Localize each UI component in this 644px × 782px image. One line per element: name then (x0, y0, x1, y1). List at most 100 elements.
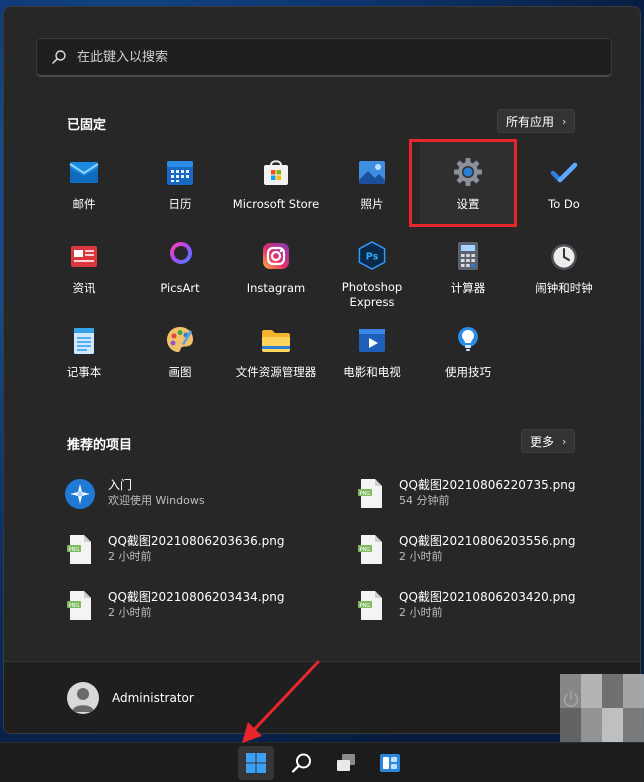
app-tile-movies-tv[interactable]: 电影和电视 (324, 310, 420, 394)
list-item-subtitle: 54 分钟前 (399, 494, 450, 507)
app-tile-photoshop-express[interactable]: Ps Photoshop Express (324, 226, 420, 310)
app-label: Instagram (246, 281, 306, 295)
app-label: To Do (548, 197, 580, 211)
start-menu-footer: Administrator (4, 661, 640, 733)
pixelated-region (560, 674, 644, 742)
widgets-icon (380, 754, 400, 772)
app-tile-picsart[interactable]: PicsArt (132, 226, 228, 310)
list-item-subtitle: 2 小时前 (108, 606, 152, 619)
app-tile-file-explorer[interactable]: 文件资源管理器 (228, 310, 324, 394)
list-item-subtitle: 2 小时前 (399, 606, 443, 619)
app-label: 使用技巧 (445, 365, 491, 379)
photos-icon (359, 161, 385, 184)
search-box[interactable] (36, 38, 612, 77)
user-icon (72, 688, 94, 712)
app-label: 资讯 (72, 281, 96, 295)
instagram-icon (263, 243, 289, 269)
app-tile-notepad[interactable]: 记事本 (36, 310, 132, 394)
mail-icon (69, 162, 99, 183)
app-tile-instagram[interactable]: Instagram (228, 226, 324, 310)
task-view-button[interactable] (328, 746, 364, 780)
all-apps-button[interactable]: 所有应用 › (497, 109, 576, 133)
app-tile-paint[interactable]: 画图 (132, 310, 228, 394)
app-tile-mail[interactable]: 邮件 (36, 142, 132, 226)
all-apps-label: 所有应用 (506, 114, 555, 129)
app-label: 闹钟和时钟 (535, 281, 593, 295)
search-icon (52, 50, 66, 64)
paint-icon (167, 327, 193, 352)
list-item-name: 入门 (108, 478, 133, 492)
app-label: 画图 (168, 365, 192, 379)
png-file-icon: PNG (67, 591, 91, 620)
chevron-right-icon: › (562, 114, 567, 128)
list-item-subtitle: 欢迎使用 Windows (108, 494, 205, 507)
png-file-icon: PNG (67, 535, 91, 564)
svg-text:PNG: PNG (360, 547, 371, 553)
list-item-file[interactable]: PNG QQ截图20210806220735.png 54 分钟前 (355, 477, 625, 511)
svg-text:PNG: PNG (360, 603, 371, 609)
pinned-title: 已固定 (67, 118, 107, 133)
app-tile-calculator[interactable]: 计算器 (420, 226, 516, 310)
png-file-icon: PNG (358, 479, 382, 508)
png-file-icon: PNG (358, 591, 382, 620)
movies-icon (359, 329, 385, 352)
photoshop-icon: Ps (358, 241, 386, 270)
svg-text:PNG: PNG (360, 491, 371, 497)
taskbar (0, 742, 644, 782)
app-tile-settings[interactable]: 设置 (420, 142, 516, 226)
app-label: 记事本 (66, 365, 102, 379)
calendar-icon (167, 161, 193, 185)
folder-icon (262, 330, 290, 352)
list-item-get-started[interactable]: 入门 欢迎使用 Windows (64, 477, 334, 511)
app-label: 照片 (360, 197, 384, 211)
app-tile-calendar[interactable]: 日历 (132, 142, 228, 226)
list-item-file[interactable]: PNG QQ截图20210806203556.png 2 小时前 (355, 533, 625, 567)
app-label: 邮件 (72, 197, 96, 211)
search-input[interactable] (77, 49, 577, 65)
app-tile-tips[interactable]: 使用技巧 (420, 310, 516, 394)
app-tile-alarms-clock[interactable]: 闹钟和时钟 (516, 226, 612, 310)
todo-icon (550, 162, 578, 183)
avatar[interactable] (67, 682, 99, 714)
taskbar-search-button[interactable] (284, 746, 320, 780)
svg-text:Ps: Ps (366, 251, 379, 262)
notepad-icon (74, 328, 94, 354)
more-button[interactable]: 更多 › (521, 429, 576, 453)
store-icon (264, 160, 288, 185)
app-label: Microsoft Store (232, 197, 320, 211)
app-tile-microsoft-store[interactable]: Microsoft Store (228, 142, 324, 226)
task-view-icon (337, 754, 355, 771)
svg-text:PNG: PNG (69, 547, 80, 553)
gear-icon (454, 158, 482, 186)
more-label: 更多 (530, 434, 555, 449)
list-item-file[interactable]: PNG QQ截图20210806203434.png 2 小时前 (64, 589, 334, 623)
user-name[interactable]: Administrator (112, 691, 194, 705)
app-label: 文件资源管理器 (235, 365, 317, 379)
picsart-icon (170, 242, 192, 271)
news-icon (71, 246, 97, 267)
app-tile-photos[interactable]: 照片 (324, 142, 420, 226)
start-button[interactable] (238, 746, 274, 780)
widgets-button[interactable] (372, 746, 408, 780)
list-item-name: QQ截图20210806203556.png (399, 534, 576, 548)
calculator-icon (458, 242, 478, 270)
app-label: PicsArt (160, 281, 200, 295)
list-item-name: QQ截图20210806220735.png (399, 478, 576, 492)
list-item-file[interactable]: PNG QQ截图20210806203636.png 2 小时前 (64, 533, 334, 567)
get-started-icon (65, 479, 95, 509)
clock-icon (551, 244, 577, 270)
app-tile-news[interactable]: 资讯 (36, 226, 132, 310)
app-tile-todo[interactable]: To Do (516, 142, 612, 226)
pinned-apps-grid: 邮件 日历 Microsoft Store 照片 设置 To Do 资讯 Pic… (36, 142, 612, 394)
start-menu: 已固定 所有应用 › 邮件 日历 (3, 6, 641, 734)
app-label: 电影和电视 (343, 365, 401, 379)
app-label: Photoshop Express (341, 280, 403, 309)
png-file-icon: PNG (358, 535, 382, 564)
list-item-file[interactable]: PNG QQ截图20210806203420.png 2 小时前 (355, 589, 625, 623)
chevron-right-icon: › (562, 434, 567, 448)
list-item-subtitle: 2 小时前 (108, 550, 152, 563)
windows-logo-icon (246, 753, 266, 773)
app-label: 日历 (168, 197, 192, 211)
tips-icon (458, 327, 478, 351)
list-item-name: QQ截图20210806203636.png (108, 534, 285, 548)
